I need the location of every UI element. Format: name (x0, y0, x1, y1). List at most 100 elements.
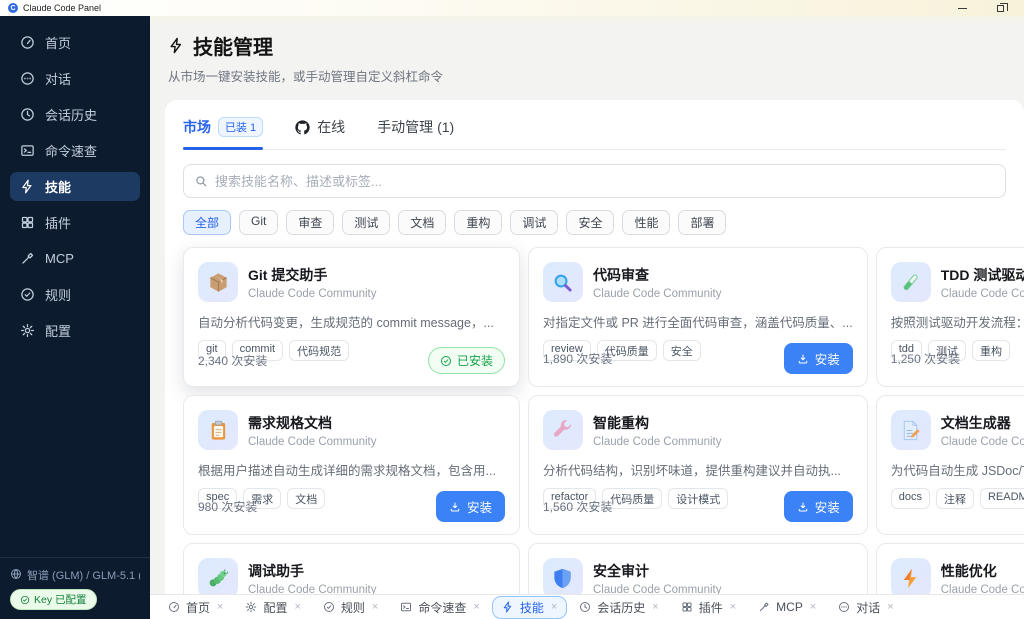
skill-description: 按照测试驱动开发流程：先写测试 → 运行失败 → 编... (891, 312, 1024, 331)
skill-title: 调试助手 (248, 561, 376, 581)
skill-vendor: Claude Code Community (941, 436, 1024, 448)
check-circle-icon (20, 595, 30, 605)
close-icon[interactable] (551, 601, 557, 613)
skill-card[interactable]: Git 提交助手 Claude Code Community 自动分析代码变更，… (183, 247, 520, 387)
panel-tab[interactable]: 在线 (295, 117, 345, 149)
download-icon (797, 353, 809, 365)
sidebar-item-label: 技能 (45, 177, 71, 196)
open-tab[interactable]: 会话历史 (569, 596, 668, 619)
tab-label: 在线 (317, 117, 345, 137)
close-icon[interactable] (887, 601, 893, 613)
search-input[interactable] (215, 174, 995, 189)
api-key-status-badge: Key 已配置 (10, 589, 97, 610)
check-badge-icon (323, 601, 335, 613)
open-tab-label: 对话 (856, 599, 880, 616)
page-header: 技能管理 从市场一键安装技能，或手动管理自定义斜杠命令 (150, 16, 1024, 85)
filter-chip[interactable]: 全部 (183, 210, 231, 235)
skill-vendor: Claude Code Community (941, 288, 1024, 300)
model-provider[interactable]: 智谱 (GLM) / GLM-5.1 (... (10, 567, 140, 583)
sidebar-item-label: 命令速查 (45, 141, 97, 160)
sidebar-item[interactable]: 命令速查 (10, 136, 140, 165)
install-button[interactable]: 安装 (784, 491, 853, 522)
app-logo-icon: C (8, 3, 18, 13)
filter-chip[interactable]: 安全 (566, 210, 614, 235)
filter-chip[interactable]: 调试 (510, 210, 558, 235)
skill-card[interactable]: 调试助手 Claude Code Community 系统性排查 Bug：复现 … (183, 543, 520, 594)
skill-vendor: Claude Code Community (248, 288, 376, 300)
skill-vendor: Claude Code Community (248, 436, 376, 448)
github-icon (295, 120, 310, 135)
filter-chip[interactable]: 性能 (622, 210, 670, 235)
bolt-icon (502, 601, 514, 613)
skill-card[interactable]: TDD 测试驱动 Claude Code Community 按照测试驱动开发流… (876, 247, 1024, 387)
sidebar-item[interactable]: 首页 (10, 28, 140, 57)
install-count: 1,890 次安装 (543, 350, 612, 367)
filter-chip[interactable]: 部署 (678, 210, 726, 235)
skill-description: 分析代码结构，识别坏味道，提供重构建议并自动执... (543, 460, 853, 479)
open-tab[interactable]: MCP (748, 597, 826, 617)
sidebar-item[interactable]: 技能 (10, 172, 140, 201)
bug-icon (198, 558, 238, 594)
install-count: 2,340 次安装 (198, 352, 267, 369)
panel-tab[interactable]: 市场 已装 1 (183, 117, 263, 149)
tab-label: 市场 (183, 117, 211, 137)
provider-label: 智谱 (GLM) / GLM-5.1 (... (27, 567, 140, 583)
open-tab[interactable]: 插件 (671, 596, 746, 619)
close-icon[interactable] (372, 601, 378, 613)
skill-card[interactable]: 安全审计 Claude Code Community 对项目进行安全审计：检查 … (528, 543, 868, 594)
open-tab[interactable]: 规则 (313, 596, 388, 619)
filter-chip[interactable]: 审查 (286, 210, 334, 235)
close-icon[interactable] (217, 601, 223, 613)
installed-badge: 已安装 (428, 347, 505, 374)
sidebar-item-label: 插件 (45, 213, 71, 232)
sidebar-item-label: 首页 (45, 33, 71, 52)
open-tab[interactable]: 首页 (158, 596, 233, 619)
skill-title: TDD 测试驱动 (941, 265, 1024, 285)
sidebar-item[interactable]: 配置 (10, 316, 140, 345)
gauge-icon (20, 35, 35, 50)
shield-icon (543, 558, 583, 594)
filter-chip[interactable]: Git (239, 210, 278, 235)
skill-vendor: Claude Code Community (593, 584, 721, 595)
close-icon[interactable] (810, 601, 816, 613)
sidebar-item-label: 对话 (45, 69, 71, 88)
skill-card[interactable]: 需求规格文档 Claude Code Community 根据用户描述自动生成详… (183, 395, 520, 535)
panel-tab[interactable]: 手动管理 (1) (377, 117, 454, 149)
install-button[interactable]: 安装 (436, 491, 505, 522)
package-icon (198, 262, 238, 302)
open-tab[interactable]: 配置 (235, 596, 310, 619)
app-title: Claude Code Panel (23, 3, 101, 13)
skill-card[interactable]: 性能优化 Claude Code Community 分析性能瓶颈，提供前端/后… (876, 543, 1024, 594)
sidebar-item[interactable]: 对话 (10, 64, 140, 93)
close-icon[interactable] (652, 601, 658, 613)
installed-count-badge: 已装 1 (218, 117, 263, 137)
skill-title: 代码审查 (593, 265, 721, 285)
magnifier-icon (543, 262, 583, 302)
open-tab[interactable]: 命令速查 (390, 596, 489, 619)
sidebar-item[interactable]: 会话历史 (10, 100, 140, 129)
close-icon[interactable] (294, 601, 300, 613)
open-tab[interactable]: 对话 (828, 596, 903, 619)
open-tab-label: 插件 (699, 599, 723, 616)
close-icon[interactable] (473, 601, 479, 613)
filter-chip[interactable]: 重构 (454, 210, 502, 235)
install-button[interactable]: 安装 (784, 343, 853, 374)
skill-card[interactable]: 代码审查 Claude Code Community 对指定文件或 PR 进行全… (528, 247, 868, 387)
filter-chip[interactable]: 文档 (398, 210, 446, 235)
sidebar-item[interactable]: 插件 (10, 208, 140, 237)
install-count: 980 次安装 (198, 498, 257, 515)
open-tab[interactable]: 技能 (492, 596, 567, 619)
filter-chip[interactable]: 测试 (342, 210, 390, 235)
sidebar-item[interactable]: MCP (10, 244, 140, 273)
clock-icon (579, 601, 591, 613)
filter-chips: 全部 Git 审查 测试 文档 重构 调试 安全 性能 部 (183, 210, 1006, 235)
titlebar: C Claude Code Panel (0, 0, 1024, 16)
minimize-button[interactable] (958, 8, 967, 9)
maximize-button[interactable] (997, 5, 1004, 12)
close-icon[interactable] (730, 601, 736, 613)
skill-title: 安全审计 (593, 561, 721, 581)
skill-card[interactable]: 文档生成器 Claude Code Community 为代码自动生成 JSDo… (876, 395, 1024, 535)
skill-card[interactable]: 智能重构 Claude Code Community 分析代码结构，识别坏味道，… (528, 395, 868, 535)
pen-icon (20, 251, 35, 266)
sidebar-item[interactable]: 规则 (10, 280, 140, 309)
